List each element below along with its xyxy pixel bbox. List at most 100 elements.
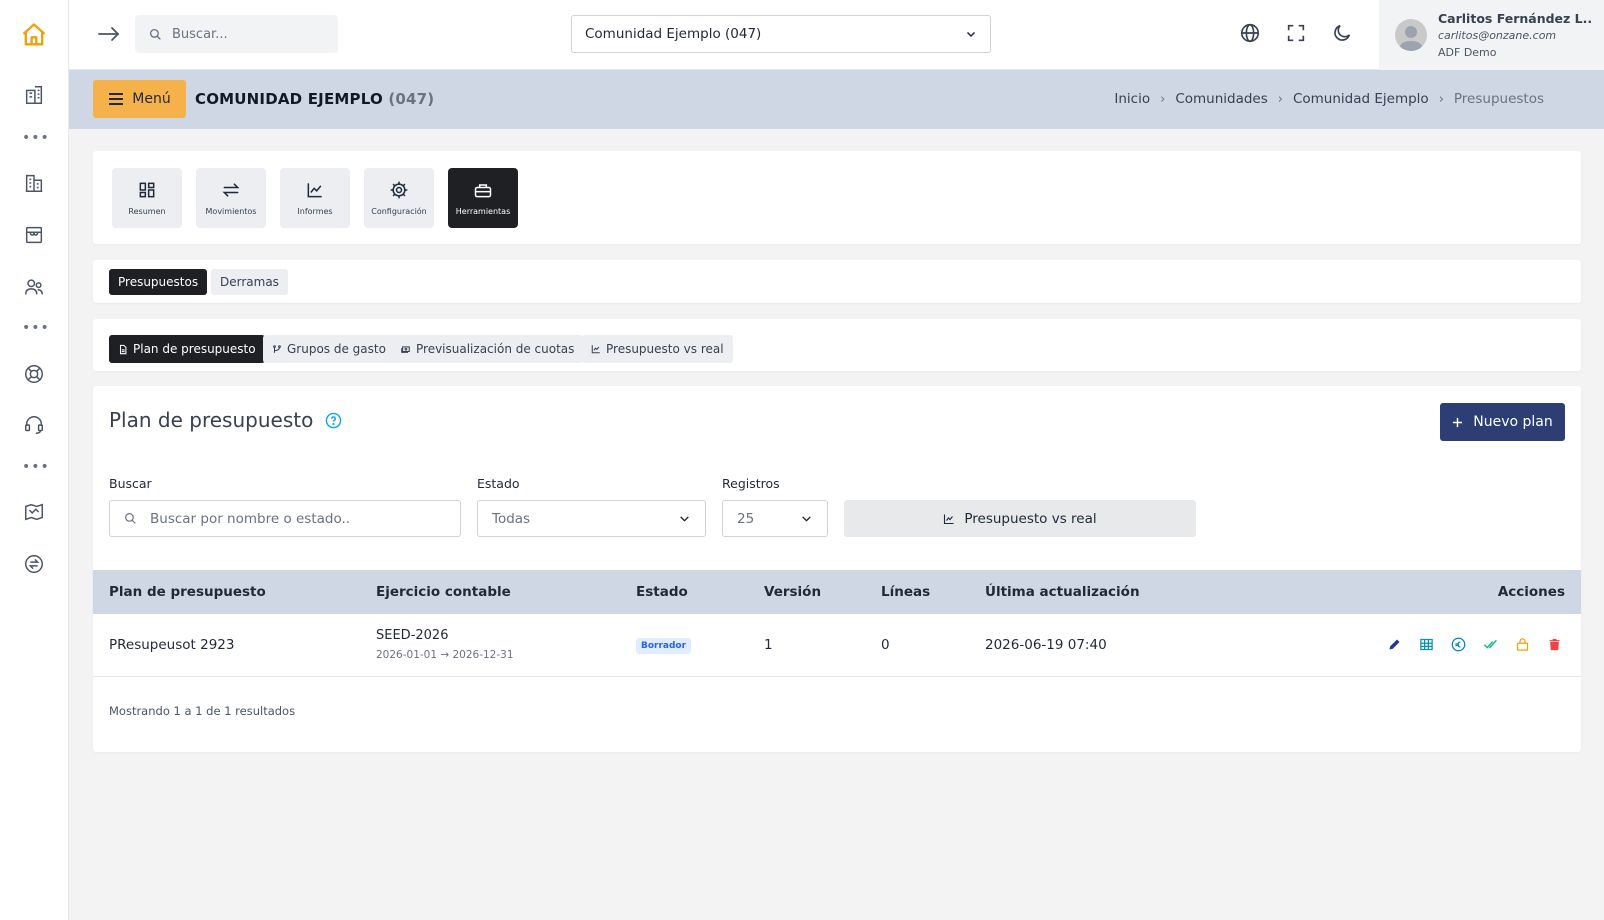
exercise-range: 2026-01-01 → 2026-12-31 — [376, 649, 514, 661]
tool-movimientos[interactable]: Movimientos — [196, 168, 266, 228]
global-search-input[interactable]: Buscar... — [135, 15, 338, 53]
budget-vs-real-button[interactable]: Presupuesto vs real — [844, 500, 1196, 537]
subtab-plan-presupuesto[interactable]: Plan de presupuesto — [109, 335, 265, 363]
arrow-right-icon[interactable] — [96, 22, 122, 46]
globe-icon[interactable] — [1239, 22, 1263, 46]
store-icon[interactable] — [19, 220, 49, 250]
breadcrumb: Inicio › Comunidades › Comunidad Ejemplo… — [1114, 91, 1544, 107]
chevron-right-icon: › — [1160, 91, 1166, 107]
fullscreen-icon[interactable] — [1285, 22, 1309, 46]
chart-line-icon — [305, 180, 325, 200]
moon-icon[interactable] — [1331, 22, 1355, 46]
plan-search-input[interactable]: Buscar por nombre o estado.. — [109, 500, 461, 537]
budget-vs-real-label: Presupuesto vs real — [964, 510, 1097, 527]
section-title: Plan de presupuesto — [109, 408, 342, 432]
tool-herramientas[interactable]: Herramientas — [448, 168, 518, 228]
version-value: 1 — [764, 637, 773, 653]
new-plan-label: Nuevo plan — [1473, 414, 1553, 430]
building-icon[interactable] — [19, 168, 49, 198]
subtab-presupuesto-vs-real[interactable]: Presupuesto vs real — [582, 335, 733, 363]
dashboard-icon — [137, 180, 157, 200]
subtab-label: Presupuesto vs real — [606, 342, 724, 356]
plan-search-placeholder: Buscar por nombre o estado.. — [150, 510, 351, 527]
column-header[interactable]: Plan de presupuesto — [109, 584, 266, 600]
home-icon[interactable] — [19, 20, 49, 50]
plan-name[interactable]: PResupeusot 2923 — [109, 637, 234, 653]
help-circle-icon[interactable] — [325, 412, 342, 429]
topbar: Buscar... Comunidad Ejemplo (047) Carlit… — [69, 0, 1604, 70]
new-plan-button[interactable]: Nuevo plan — [1440, 403, 1565, 441]
help-ring-icon[interactable] — [19, 359, 49, 389]
support-headset-icon[interactable] — [19, 410, 49, 440]
lock-icon[interactable] — [1515, 637, 1531, 653]
user-email: carlitos@onzane.com — [1438, 28, 1557, 42]
tool-label: Configuración — [371, 207, 427, 216]
section-title-text: Plan de presupuesto — [109, 408, 314, 432]
page-title: COMUNIDAD EJEMPLO (047) — [195, 90, 434, 108]
column-header[interactable]: Líneas — [881, 584, 930, 600]
user-org: ADF Demo — [1438, 45, 1497, 59]
tool-label: Herramientas — [455, 207, 511, 216]
subtab-grupos-gasto[interactable]: Grupos de gasto — [263, 335, 395, 363]
table-grid-icon[interactable] — [1419, 637, 1435, 653]
table-row[interactable]: PResupeusot 2923 SEED-2026 2026-01-01 → … — [93, 614, 1581, 677]
double-check-icon[interactable] — [1483, 637, 1499, 653]
more-dots-icon[interactable]: ••• — [22, 131, 49, 145]
column-header[interactable]: Última actualización — [985, 584, 1140, 600]
breadcrumb-current: Presupuestos — [1453, 91, 1544, 107]
hamburger-icon — [108, 92, 124, 106]
updated-value: 2026-06-19 07:40 — [985, 637, 1107, 653]
map-icon[interactable] — [19, 497, 49, 527]
tool-informes[interactable]: Informes — [280, 168, 350, 228]
toolbox-icon — [473, 180, 493, 200]
chevron-right-icon: › — [1277, 91, 1283, 107]
tab-derramas[interactable]: Derramas — [211, 269, 288, 295]
subtab-previsualizacion-cuotas[interactable]: Previsualización de cuotas — [391, 335, 584, 363]
search-placeholder: Buscar... — [172, 26, 228, 42]
column-header[interactable]: Versión — [764, 584, 821, 600]
records-select[interactable]: 25 — [722, 500, 828, 537]
records-select-value: 25 — [737, 510, 755, 527]
search-icon — [149, 28, 162, 41]
column-header[interactable]: Ejercicio contable — [376, 584, 511, 600]
breadcrumb-inicio[interactable]: Inicio — [1114, 91, 1150, 107]
more-dots-icon[interactable]: ••• — [22, 321, 49, 335]
column-header[interactable]: Estado — [636, 584, 688, 600]
records-label: Registros — [722, 476, 780, 491]
edit-pencil-icon[interactable] — [1387, 637, 1403, 653]
tool-label: Informes — [297, 207, 333, 216]
subtabs-card: Plan de presupuesto Grupos de gasto Prev… — [93, 319, 1581, 371]
table-header: Plan de presupuesto Ejercicio contable E… — [93, 570, 1581, 614]
buildings-icon[interactable] — [19, 80, 49, 110]
tab-presupuestos[interactable]: Presupuestos — [109, 269, 208, 295]
page-header: Menú COMUNIDAD EJEMPLO (047) Inicio › Co… — [69, 70, 1604, 129]
cash-icon — [400, 344, 411, 354]
branch-icon — [272, 344, 282, 355]
search-icon — [124, 512, 137, 525]
community-select[interactable]: Comunidad Ejemplo (047) — [571, 15, 991, 53]
menu-button-label: Menú — [132, 91, 171, 107]
plus-icon — [1452, 417, 1463, 428]
gear-icon — [389, 180, 409, 200]
subtab-label: Previsualización de cuotas — [416, 342, 575, 356]
user-menu[interactable]: Carlitos Fernández L.. carlitos@onzane.c… — [1379, 0, 1604, 70]
budget-plan-card: Plan de presupuesto Nuevo plan Buscar Bu… — [93, 386, 1581, 752]
breadcrumb-comunidades[interactable]: Comunidades — [1175, 91, 1267, 107]
user-name: Carlitos Fernández L.. — [1438, 10, 1593, 26]
breadcrumb-comunidad[interactable]: Comunidad Ejemplo — [1293, 91, 1429, 107]
tools-card: Resumen Movimientos Informes Configuraci… — [93, 151, 1581, 244]
exchange-icon[interactable] — [19, 549, 49, 579]
sidebar: ••• ••• ••• — [0, 0, 69, 920]
pagination-summary: Mostrando 1 a 1 de 1 resultados — [109, 704, 296, 718]
subtab-label: Grupos de gasto — [287, 342, 386, 356]
trash-icon[interactable] — [1547, 637, 1563, 653]
menu-button[interactable]: Menú — [93, 80, 186, 118]
tool-configuracion[interactable]: Configuración — [364, 168, 434, 228]
euro-icon[interactable] — [1451, 637, 1467, 653]
community-code: (047) — [388, 90, 435, 108]
status-select[interactable]: Todas — [477, 500, 706, 537]
column-header: Acciones — [1497, 584, 1565, 600]
more-dots-icon[interactable]: ••• — [22, 460, 49, 474]
tool-resumen[interactable]: Resumen — [112, 168, 182, 228]
users-icon[interactable] — [19, 272, 49, 302]
